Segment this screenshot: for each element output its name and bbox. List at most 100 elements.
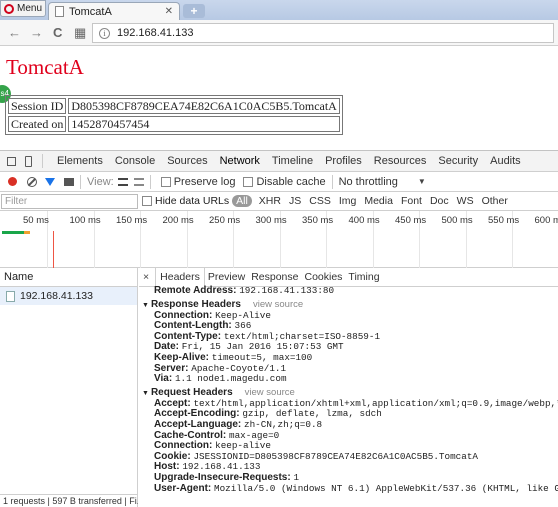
- divider: [149, 174, 151, 189]
- session-id-label: Session ID: [8, 98, 67, 114]
- tab-cookies[interactable]: Cookies: [301, 271, 345, 283]
- timeline-tick-label: 550 ms: [488, 215, 520, 226]
- large-rows-icon[interactable]: [117, 177, 128, 186]
- address-bar[interactable]: i 192.168.41.133: [92, 23, 554, 43]
- close-details-icon[interactable]: ×: [143, 271, 149, 283]
- divider: [80, 174, 81, 189]
- header-value: JSESSIONID=D805398CF8789CEA74E82C6A1C0AC…: [193, 450, 478, 462]
- session-id-value: D805398CF8789CEA74E82C6A1C0AC5B5.TomcatA: [68, 98, 340, 114]
- overview-icon[interactable]: [133, 177, 144, 186]
- timeline-tick-label: 400 ms: [348, 215, 380, 226]
- request-row[interactable]: 192.168.41.133: [0, 287, 137, 305]
- divider: [331, 174, 333, 189]
- filter-bar: Filter Hide data URLs All XHR JS CSS Img…: [0, 192, 558, 211]
- tab-timeline[interactable]: Timeline: [266, 155, 319, 167]
- triangle-down-icon: ▼: [142, 389, 149, 397]
- header-line: Via: 1.1 node1.magedu.com: [139, 373, 558, 385]
- tab-network[interactable]: Network: [214, 155, 266, 167]
- header-key: User-Agent:: [154, 482, 212, 494]
- capture-screenshots-icon[interactable]: [64, 177, 74, 186]
- page-content: s4 TomcatA Session ID D805398CF8789CEA74…: [0, 47, 558, 150]
- timeline-tick-label: 300 ms: [255, 215, 287, 226]
- request-name: 192.168.41.133: [20, 290, 93, 302]
- header-key: Keep-Alive:: [154, 351, 210, 363]
- header-value: zh-CN,zh;q=0.8: [244, 418, 323, 430]
- header-value: Fri, 15 Jan 2016 15:07:53 GMT: [181, 341, 344, 353]
- browser-tab[interactable]: TomcatA ✕: [48, 2, 180, 20]
- created-on-label: Created on: [8, 116, 67, 132]
- speed-dial-icon[interactable]: ▦: [74, 25, 86, 41]
- filter-icon[interactable]: [45, 177, 55, 186]
- tab-resources[interactable]: Resources: [368, 155, 433, 167]
- tab-timing[interactable]: Timing: [345, 271, 382, 283]
- timeline-tick-label: 250 ms: [209, 215, 241, 226]
- disable-cache-checkbox[interactable]: [243, 176, 254, 187]
- tab-headers[interactable]: Headers: [155, 268, 205, 287]
- header-value: max-age=0: [229, 429, 280, 441]
- new-tab-button[interactable]: +: [183, 4, 205, 18]
- filter-type-xhr[interactable]: XHR: [255, 195, 285, 207]
- header-value: 1.1 node1.magedu.com: [174, 373, 287, 385]
- timeline-bar-receiving: [24, 231, 30, 234]
- response-headers-list: Connection: Keep-Alive Content-Length: 36…: [139, 309, 558, 385]
- header-value: Mozilla/5.0 (Windows NT 6.1) AppleWebKit…: [214, 482, 558, 494]
- table-row: Created on 1452870457454: [8, 116, 340, 132]
- filter-type-media[interactable]: Media: [360, 195, 397, 207]
- back-arrow-icon[interactable]: ←: [8, 25, 21, 40]
- header-key: Content-Type:: [154, 330, 222, 342]
- filter-type-img[interactable]: Img: [335, 195, 361, 207]
- preserve-log-checkbox[interactable]: [160, 176, 171, 187]
- tab-security[interactable]: Security: [432, 155, 484, 167]
- header-key: Date:: [154, 341, 180, 353]
- header-key: Upgrade-Insecure-Requests:: [154, 471, 291, 483]
- view-source-link[interactable]: view source: [253, 299, 303, 310]
- network-toolbar: View: Preserve log Disable cache No thro…: [0, 172, 558, 192]
- header-key: Connection:: [154, 309, 213, 321]
- header-value: keep-alive: [215, 440, 271, 452]
- forward-arrow-icon[interactable]: →: [30, 25, 43, 40]
- request-details-pane: × Headers Preview Response Cookies Timin…: [139, 268, 558, 507]
- filter-type-all[interactable]: All: [232, 195, 252, 207]
- header-key: Accept-Language:: [154, 418, 242, 430]
- filter-input[interactable]: Filter: [1, 193, 138, 209]
- tab-preview[interactable]: Preview: [205, 271, 248, 283]
- load-event-line: [53, 231, 54, 268]
- filter-type-font[interactable]: Font: [397, 195, 426, 207]
- filter-type-js[interactable]: JS: [285, 195, 305, 207]
- remote-address-value: 192.168.41.133:80: [239, 285, 335, 296]
- filter-type-other[interactable]: Other: [478, 195, 512, 207]
- opera-menu-button[interactable]: Menu: [0, 0, 46, 17]
- tab-audits[interactable]: Audits: [484, 155, 527, 167]
- chevron-down-icon[interactable]: ▼: [418, 177, 426, 186]
- inspect-element-icon[interactable]: [7, 156, 16, 166]
- table-row: Session ID D805398CF8789CEA74E82C6A1C0AC…: [8, 98, 340, 114]
- filter-type-css[interactable]: CSS: [305, 195, 335, 207]
- browser-window: { "titlebar": {"menu_label": "Menu", "ta…: [0, 0, 558, 507]
- header-key: Connection:: [154, 440, 213, 452]
- device-mode-icon[interactable]: [25, 155, 32, 167]
- info-icon[interactable]: i: [99, 27, 110, 39]
- tab-close-icon[interactable]: ✕: [165, 6, 173, 17]
- timeline-tick-label: 350 ms: [302, 215, 334, 226]
- tab-response[interactable]: Response: [248, 271, 301, 283]
- preserve-log-label: Preserve log: [173, 175, 236, 188]
- clear-icon[interactable]: [27, 176, 37, 187]
- title-bar: Menu TomcatA ✕ +: [0, 0, 558, 20]
- tab-console[interactable]: Console: [109, 155, 161, 167]
- name-column-header[interactable]: Name: [0, 268, 137, 287]
- hide-data-urls-checkbox[interactable]: [142, 196, 152, 206]
- tab-profiles[interactable]: Profiles: [319, 155, 368, 167]
- view-source-link[interactable]: view source: [245, 387, 295, 398]
- filter-type-ws[interactable]: WS: [453, 195, 478, 207]
- devtools-tabs: Elements Console Sources Network Timelin…: [0, 151, 558, 172]
- record-icon[interactable]: [8, 177, 17, 186]
- throttling-select[interactable]: No throttling: [339, 176, 398, 188]
- filter-type-doc[interactable]: Doc: [426, 195, 453, 207]
- tab-sources[interactable]: Sources: [161, 155, 213, 167]
- network-overview-timeline[interactable]: 50 ms 100 ms 150 ms 200 ms 250 ms 300 ms 350 m…: [0, 211, 558, 268]
- header-value: 1: [293, 471, 300, 483]
- header-key: Accept:: [154, 397, 191, 409]
- reload-icon[interactable]: C: [53, 25, 62, 40]
- header-key: Host:: [154, 461, 180, 473]
- tab-elements[interactable]: Elements: [51, 155, 109, 167]
